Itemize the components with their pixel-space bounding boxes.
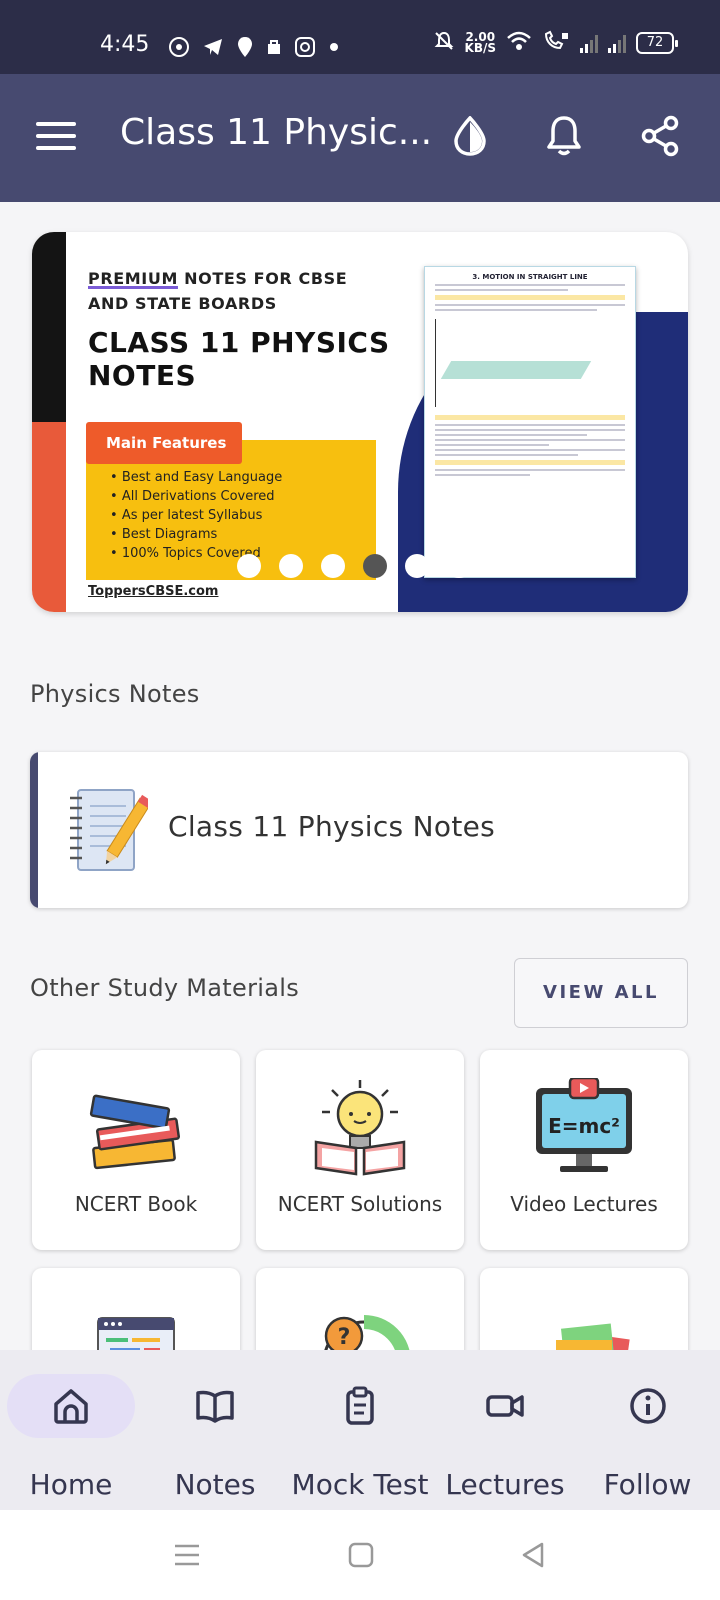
app-bar: Class 11 Physic... bbox=[0, 74, 720, 202]
signal-icon bbox=[580, 33, 598, 53]
nav-lectures[interactable]: Lectures bbox=[435, 1350, 575, 1510]
banner-feature: All Derivations Covered bbox=[110, 487, 282, 506]
back-icon[interactable] bbox=[518, 1540, 548, 1570]
network-speed: 2.00 KB/S bbox=[464, 31, 496, 55]
document-graph bbox=[435, 319, 625, 407]
wifi-icon bbox=[506, 30, 532, 56]
nav-label: Mock Test bbox=[291, 1468, 429, 1501]
card-accent bbox=[30, 752, 38, 908]
banner-website: ToppersCBSE.com bbox=[88, 584, 219, 599]
nav-label: Notes bbox=[174, 1468, 256, 1501]
banner-feature: Best Diagrams bbox=[110, 525, 282, 544]
banner-tagline-highlight: PREMIUM bbox=[88, 269, 178, 288]
monitor-formula: E=mc² bbox=[548, 1114, 620, 1138]
battery-icon: 72 bbox=[636, 32, 678, 54]
banner-document-preview: 3. MOTION IN STRAIGHT LINE bbox=[424, 266, 636, 578]
banner-features-title: Main Features bbox=[86, 422, 242, 464]
nav-home[interactable]: Home bbox=[0, 1350, 142, 1510]
nav-label: Lectures bbox=[445, 1468, 565, 1501]
carousel-dot[interactable] bbox=[279, 554, 303, 578]
section-title-physics-notes: Physics Notes bbox=[30, 680, 200, 708]
clipboard-icon bbox=[340, 1386, 380, 1426]
nav-notes[interactable]: Notes bbox=[145, 1350, 285, 1510]
tile-ncert-book[interactable]: NCERT Book bbox=[32, 1050, 240, 1250]
banner-heading: CLASS 11 PHYSICS NOTES bbox=[88, 326, 390, 392]
banner-features-list: Best and Easy Language All Derivations C… bbox=[110, 468, 282, 563]
tile-label: Video Lectures bbox=[510, 1192, 658, 1216]
banner-tagline: PREMIUM NOTES FOR CBSE AND STATE BOARDS bbox=[88, 266, 347, 316]
nav-label: Follow bbox=[603, 1468, 692, 1501]
document-title: 3. MOTION IN STRAIGHT LINE bbox=[472, 273, 588, 281]
recents-icon[interactable] bbox=[172, 1540, 202, 1570]
mute-icon bbox=[433, 30, 455, 56]
book-icon bbox=[195, 1386, 235, 1426]
carousel-dot[interactable] bbox=[405, 554, 429, 578]
carousel-dot[interactable] bbox=[237, 554, 261, 578]
banner-heading-line2: NOTES bbox=[88, 359, 197, 392]
page-title: Class 11 Physic... bbox=[120, 112, 433, 153]
tile-video-lectures[interactable]: E=mc² Video Lectures bbox=[480, 1050, 688, 1250]
status-time: 4:45 bbox=[100, 32, 150, 57]
banner-feature: As per latest Syllabus bbox=[110, 506, 282, 525]
system-status-icons: 2.00 KB/S 72 bbox=[433, 30, 678, 56]
notification-icons bbox=[168, 36, 340, 62]
bottom-navigation: Home Notes Mock Test Lectures Follow bbox=[0, 1350, 720, 1510]
bag-icon bbox=[266, 38, 282, 60]
dot-icon bbox=[328, 36, 340, 62]
banner-feature: Best and Easy Language bbox=[110, 468, 282, 487]
telegram-icon bbox=[202, 36, 224, 62]
network-speed-unit: KB/S bbox=[464, 41, 496, 55]
whatsapp-icon bbox=[168, 36, 190, 62]
signal-icon bbox=[608, 33, 626, 53]
class-11-physics-notes-card[interactable]: Class 11 Physics Notes bbox=[30, 752, 688, 908]
carousel-indicator bbox=[237, 554, 471, 578]
nav-label: Home bbox=[29, 1468, 113, 1501]
monitor-emc2-icon: E=mc² bbox=[532, 1076, 636, 1178]
nav-follow[interactable]: Follow bbox=[575, 1350, 720, 1510]
share-icon[interactable] bbox=[636, 112, 684, 160]
info-icon bbox=[628, 1386, 668, 1426]
banner-stripe bbox=[32, 232, 66, 422]
bell-icon[interactable] bbox=[540, 112, 588, 160]
carousel-dot[interactable] bbox=[321, 554, 345, 578]
carousel-dot[interactable] bbox=[447, 554, 471, 578]
section-title-other-materials: Other Study Materials bbox=[30, 974, 299, 1002]
system-navigation-bar bbox=[0, 1510, 720, 1600]
home-button-icon[interactable] bbox=[346, 1540, 376, 1570]
menu-icon[interactable] bbox=[36, 122, 76, 152]
svg-text:?: ? bbox=[338, 1325, 351, 1350]
location-icon bbox=[236, 36, 254, 62]
banner-heading-line1: CLASS 11 PHYSICS bbox=[88, 326, 390, 359]
notebook-pencil-icon bbox=[68, 784, 153, 876]
card-label: Class 11 Physics Notes bbox=[168, 810, 496, 843]
theme-icon[interactable] bbox=[446, 112, 494, 160]
video-camera-icon bbox=[485, 1386, 525, 1426]
books-stack-icon bbox=[84, 1078, 188, 1178]
instagram-icon bbox=[294, 36, 316, 62]
promo-banner[interactable]: PREMIUM NOTES FOR CBSE AND STATE BOARDS … bbox=[32, 232, 688, 612]
lightbulb-book-icon bbox=[308, 1078, 412, 1178]
nav-mock-test[interactable]: Mock Test bbox=[285, 1350, 435, 1510]
home-icon bbox=[51, 1386, 91, 1426]
tile-label: NCERT Book bbox=[74, 1192, 198, 1216]
volte-icon bbox=[542, 30, 570, 56]
tile-label: NCERT Solutions bbox=[277, 1192, 443, 1216]
banner-tagline-rest: NOTES FOR CBSE bbox=[177, 269, 348, 288]
carousel-dot-active[interactable] bbox=[363, 554, 387, 578]
tile-ncert-solutions[interactable]: NCERT Solutions bbox=[256, 1050, 464, 1250]
status-bar: 4:45 2.00 KB/S 72 bbox=[0, 0, 720, 74]
view-all-button[interactable]: VIEW ALL bbox=[514, 958, 688, 1028]
banner-tagline-line2: AND STATE BOARDS bbox=[88, 294, 277, 313]
banner-stripe bbox=[32, 422, 66, 612]
